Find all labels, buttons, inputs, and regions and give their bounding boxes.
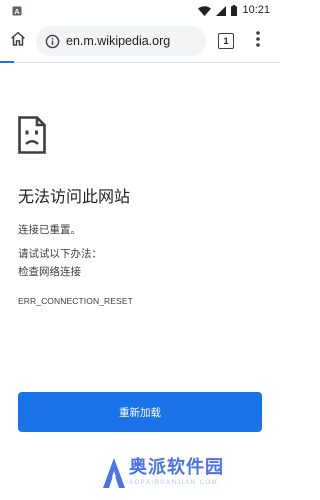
watermark: 奥派软件园 AOPAIRUANJIAN.COM [103, 457, 224, 492]
browser-toolbar: en.m.wikipedia.org 1 [0, 20, 280, 62]
home-button[interactable] [6, 29, 30, 53]
svg-text:A: A [14, 7, 20, 16]
toolbar-divider [0, 62, 280, 63]
url-text[interactable]: en.m.wikipedia.org [66, 34, 170, 48]
watermark-name: 奥派软件园 [129, 457, 224, 478]
wifi-icon [198, 1, 212, 20]
reload-button[interactable]: 重新加载 [18, 392, 262, 432]
status-bar: A 10:21 [0, 0, 280, 20]
home-icon [9, 30, 27, 52]
error-code: ERR_CONNECTION_RESET [18, 296, 133, 306]
more-vert-icon [256, 31, 260, 51]
tab-count: 1 [218, 33, 234, 49]
watermark-logo-icon [103, 458, 125, 492]
suggestion-check-network: 检查网络连接 [18, 266, 81, 278]
status-time: 10:21 [242, 4, 270, 16]
error-title: 无法访问此网站 [18, 187, 131, 206]
watermark-url: AOPAIRUANJIAN.COM [129, 480, 219, 486]
watermark-text: 奥派软件园 AOPAIRUANJIAN.COM [129, 457, 224, 486]
status-right: 10:21 [198, 1, 270, 20]
status-left: A [12, 1, 22, 20]
info-icon[interactable] [45, 34, 60, 49]
page-load-indicator [0, 61, 14, 63]
battery-icon [231, 1, 238, 20]
sad-page-icon [18, 116, 46, 158]
error-message: 连接已重置。 [18, 224, 81, 236]
menu-button[interactable] [248, 29, 268, 53]
omnibox[interactable]: en.m.wikipedia.org [36, 26, 206, 56]
signal-icon [216, 1, 227, 20]
a-letter-icon: A [12, 1, 22, 20]
tab-switcher-button[interactable]: 1 [214, 29, 238, 53]
suggestions-heading: 请试试以下办法： [18, 248, 102, 260]
